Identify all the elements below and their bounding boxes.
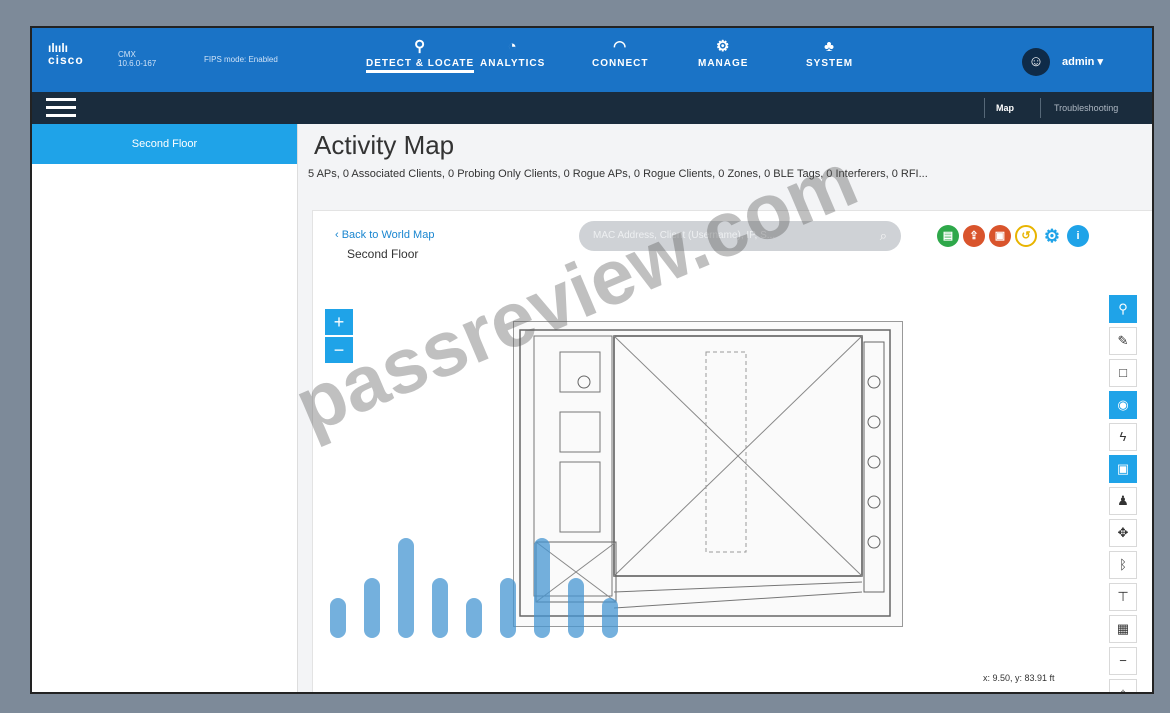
settings-gear-icon[interactable]: ⚙ bbox=[1041, 225, 1063, 247]
nav-detect-locate[interactable]: ⚲ DETECT & LOCATE bbox=[366, 36, 475, 73]
gears-icon: ⚙ bbox=[716, 38, 731, 55]
nav-analytics[interactable]: ◔ ANALYTICS bbox=[480, 36, 545, 69]
page-title: Activity Map bbox=[314, 130, 455, 160]
nav-connect[interactable]: ◠ CONNECT bbox=[592, 36, 648, 69]
map-panel: ‹ Back to World Map Second Floor MAC Add… bbox=[312, 210, 1152, 692]
info-icon[interactable]: i bbox=[1067, 225, 1089, 247]
satellite-icon[interactable]: ✥ bbox=[1109, 519, 1137, 547]
lock-icon[interactable]: ▣ bbox=[1109, 455, 1137, 483]
secondary-bar: Map Troubleshooting bbox=[32, 92, 1152, 124]
product-version: CMX 10.6.0-167 bbox=[118, 50, 157, 68]
bluetooth-icon[interactable]: ᛒ bbox=[1109, 551, 1137, 579]
cisco-logo: ılıılı cisco bbox=[48, 41, 84, 67]
zoom-in-button[interactable]: + bbox=[325, 309, 353, 335]
hierarchy-icon: ♣ bbox=[824, 38, 835, 55]
app-window: ılıılı cisco CMX 10.6.0-167 FIPS mode: E… bbox=[30, 26, 1154, 694]
search-icon: ⌕ bbox=[879, 228, 887, 243]
wifi-icon: ◠ bbox=[613, 38, 628, 55]
minus-icon[interactable]: − bbox=[1109, 647, 1137, 675]
main-content: Activity Map 5 APs, 0 Associated Clients… bbox=[298, 124, 1152, 692]
upload-icon[interactable]: ⇪ bbox=[963, 225, 985, 247]
grid-icon[interactable]: ▦ bbox=[1109, 615, 1137, 643]
tab-map[interactable]: Map bbox=[996, 103, 1014, 113]
history-icon[interactable]: ↺ bbox=[1015, 225, 1037, 247]
top-navigation-bar: ılıılı cisco CMX 10.6.0-167 FIPS mode: E… bbox=[32, 28, 1152, 92]
cursor-coordinates: x: 9.50, y: 83.91 ft bbox=[983, 673, 1055, 683]
filter-icon[interactable]: ⊤ bbox=[1109, 583, 1137, 611]
back-to-world-map-link[interactable]: ‹ Back to World Map bbox=[335, 229, 434, 241]
sidebar-item-second-floor[interactable]: Second Floor bbox=[32, 124, 297, 164]
user-avatar-icon[interactable]: ☺ bbox=[1022, 48, 1050, 76]
map-layer-toolbar: ⚲ ✎ □ ◉ ϟ ▣ ♟ ✥ ᛒ ⊤ ▦ − ⌖ bbox=[1109, 295, 1137, 692]
divider bbox=[984, 98, 985, 118]
crosshair-icon[interactable]: ⌖ bbox=[1109, 679, 1137, 692]
location-pin-icon[interactable]: ⚲ bbox=[1109, 295, 1137, 323]
dashboard-icon: ◔ bbox=[507, 38, 518, 55]
zoom-out-button[interactable]: − bbox=[325, 337, 353, 363]
user-remove-icon[interactable]: ♟ bbox=[1109, 487, 1137, 515]
location-pin-icon: ⚲ bbox=[414, 38, 427, 55]
user-menu[interactable]: admin ▾ bbox=[1062, 55, 1103, 68]
floor-plan-image[interactable] bbox=[513, 321, 903, 627]
floor-sidebar: Second Floor bbox=[32, 124, 298, 692]
nav-system[interactable]: ♣ SYSTEM bbox=[806, 36, 853, 69]
nav-manage[interactable]: ⚙ MANAGE bbox=[698, 36, 748, 69]
lock-icon[interactable]: ▣ bbox=[989, 225, 1011, 247]
menu-icon[interactable] bbox=[46, 98, 76, 118]
lightning-icon[interactable]: ϟ bbox=[1109, 423, 1137, 451]
report-icon[interactable]: ▤ bbox=[937, 225, 959, 247]
square-icon[interactable]: □ bbox=[1109, 359, 1137, 387]
search-input[interactable]: MAC Address, Client (Username), IP, S...… bbox=[579, 221, 901, 251]
floor-name: Second Floor bbox=[347, 247, 419, 261]
tab-troubleshooting[interactable]: Troubleshooting bbox=[1054, 103, 1118, 113]
eye-icon[interactable]: ◉ bbox=[1109, 391, 1137, 419]
divider bbox=[1040, 98, 1041, 118]
edit-pencil-icon[interactable]: ✎ bbox=[1109, 327, 1137, 355]
fips-status: FIPS mode: Enabled bbox=[204, 55, 278, 64]
map-summary: 5 APs, 0 Associated Clients, 0 Probing O… bbox=[308, 168, 928, 180]
